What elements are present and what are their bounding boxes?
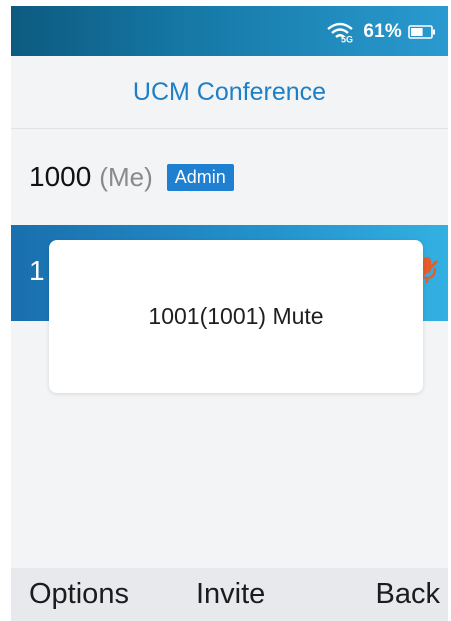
member-me-tag: (Me) — [99, 161, 153, 192]
admin-badge: Admin — [166, 163, 234, 191]
battery-icon — [408, 25, 435, 39]
toast-dialog: 1001(1001) Mute — [49, 240, 423, 393]
status-indicators: 5G 61% — [325, 20, 436, 44]
invite-softkey[interactable]: Invite — [196, 578, 265, 611]
phone-screen: 5G 61% UCM Conference 1000 (Me) Admin 1 … — [11, 6, 448, 621]
member-number: 1000 — [29, 161, 92, 192]
member-row-self[interactable]: 1000 (Me) Admin — [11, 129, 448, 225]
member-number: 1 — [29, 255, 45, 286]
options-softkey[interactable]: Options — [29, 578, 129, 611]
softkey-bar: Options Invite Back — [11, 568, 448, 621]
page-title: UCM Conference — [132, 77, 327, 106]
back-softkey[interactable]: Back — [376, 578, 440, 611]
wifi-5g-icon: 5G — [327, 22, 353, 44]
battery-percent: 61% — [363, 21, 402, 42]
signal-5g-label: 5G — [341, 35, 353, 44]
status-bar: 5G 61% — [11, 6, 448, 56]
toast-message: 1001(1001) Mute — [148, 303, 324, 329]
